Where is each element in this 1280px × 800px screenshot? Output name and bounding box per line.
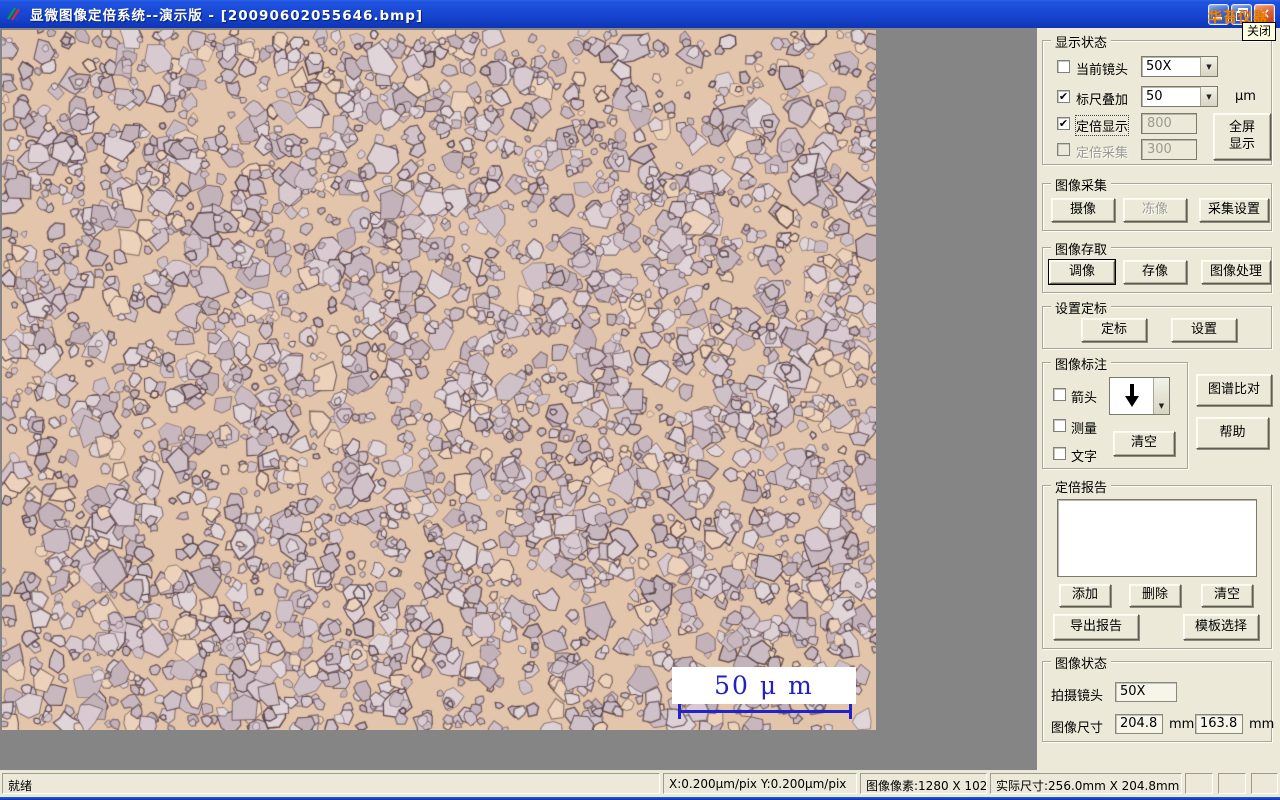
label-scale-unit: μm: [1235, 89, 1256, 104]
status-image-pixels: 图像像素:1280 X 1024: [860, 773, 987, 794]
calibrate-button[interactable]: 定标: [1081, 318, 1147, 342]
group-image-status: 图像状态 拍摄镜头 50X 图像尺寸 204.8 mm 163.8 mm: [1042, 653, 1275, 742]
status-pixel-scale: X:0.200μm/pix Y:0.200μm/pix: [663, 773, 857, 794]
status-bar: 就绪 X:0.200μm/pix Y:0.200μm/pix 图像像素:1280…: [0, 770, 1280, 797]
image-process-button[interactable]: 图像处理: [1201, 260, 1271, 284]
freeze-button: 冻像: [1123, 198, 1187, 222]
field-shooting-lens[interactable]: 50X: [1115, 682, 1177, 702]
checkbox-fixed-capture: [1057, 143, 1070, 156]
fullscreen-button-line1: 全屏: [1228, 120, 1255, 136]
label-height-unit: mm: [1249, 717, 1275, 732]
group-annotation: 图像标注 箭头 测量 文字 ▼ 清空: [1042, 354, 1188, 469]
arrow-down-icon: [1110, 378, 1153, 414]
checkbox-arrow[interactable]: [1053, 388, 1066, 401]
chevron-down-icon[interactable]: ▼: [1200, 57, 1217, 76]
group-storage: 图像存取 调像 存像 图像处理: [1042, 239, 1272, 293]
field-image-width[interactable]: 204.8: [1115, 714, 1163, 734]
combo-current-lens[interactable]: 50X ▼: [1141, 56, 1218, 77]
group-display-status: 显示状态 当前镜头 50X ▼ ✔ 标尺叠加 50 ▼ μm ✔ 定倍显示 80…: [1042, 32, 1272, 165]
save-image-button[interactable]: 存像: [1123, 260, 1187, 284]
calibration-setup-button[interactable]: 设置: [1171, 318, 1237, 342]
application-window: 显微图像定倍系统--演示版 - [20090602055646.bmp] × 华…: [0, 0, 1280, 800]
group-capture-legend: 图像采集: [1051, 175, 1112, 194]
workspace-background: 50 μ m: [0, 28, 1037, 770]
status-actual-size: 实际尺寸:256.0mm X 204.8mm: [990, 773, 1182, 794]
report-delete-button[interactable]: 删除: [1129, 584, 1181, 607]
control-panel: 显示状态 当前镜头 50X ▼ ✔ 标尺叠加 50 ▼ μm ✔ 定倍显示 80…: [1037, 28, 1280, 770]
status-empty-panel: [1185, 773, 1213, 794]
input-fixed-capture: 300: [1141, 139, 1197, 160]
title-bar[interactable]: 显微图像定倍系统--演示版 - [20090602055646.bmp] × 华…: [0, 0, 1280, 28]
fullscreen-button[interactable]: 全屏 显示: [1213, 113, 1271, 160]
checkbox-scale-overlay[interactable]: ✔: [1057, 90, 1070, 103]
group-capture: 图像采集 摄像 冻像 采集设置: [1042, 175, 1272, 231]
export-report-button[interactable]: 导出报告: [1053, 614, 1139, 640]
close-tooltip: 关闭: [1242, 22, 1277, 41]
window-title: 显微图像定倍系统--演示版 - [20090602055646.bmp]: [30, 8, 424, 24]
label-measure: 测量: [1071, 422, 1098, 437]
checkbox-text[interactable]: [1053, 447, 1066, 460]
report-clear-button[interactable]: 清空: [1201, 584, 1253, 607]
scale-bar-overlay: 50 μ m: [672, 667, 856, 704]
group-annotation-legend: 图像标注: [1051, 354, 1112, 373]
checkbox-current-lens[interactable]: [1057, 60, 1070, 73]
group-report-legend: 定倍报告: [1051, 477, 1112, 496]
capture-settings-button[interactable]: 采集设置: [1199, 198, 1269, 222]
scale-bar-tick-left: [678, 704, 681, 719]
label-scale-overlay: 标尺叠加: [1076, 93, 1129, 108]
atlas-compare-button[interactable]: 图谱比对: [1196, 374, 1272, 406]
combo-current-lens-value: 50X: [1146, 59, 1172, 74]
scale-bar-line: [678, 710, 852, 713]
label-current-lens: 当前镜头: [1076, 63, 1129, 78]
group-storage-legend: 图像存取: [1051, 239, 1112, 258]
fullscreen-button-line2: 显示: [1228, 136, 1255, 152]
micrograph-view[interactable]: 50 μ m: [2, 30, 876, 730]
label-arrow: 箭头: [1071, 391, 1098, 406]
label-width-unit: mm: [1169, 717, 1195, 732]
group-display-status-legend: 显示状态: [1051, 32, 1112, 51]
chevron-down-icon[interactable]: ▼: [1153, 378, 1169, 414]
group-report: 定倍报告 添加 删除 清空 导出报告 模板选择: [1042, 477, 1272, 649]
status-empty-panel: [1218, 773, 1246, 794]
report-listbox[interactable]: [1057, 499, 1257, 577]
annotation-clear-button[interactable]: 清空: [1113, 431, 1175, 456]
label-fixed-capture: 定倍采集: [1076, 146, 1129, 161]
label-shooting-lens: 拍摄镜头: [1051, 689, 1104, 704]
combo-scale-value[interactable]: 50 ▼: [1141, 86, 1218, 107]
micrograph-canvas[interactable]: [2, 30, 876, 730]
input-fixed-display: 800: [1141, 113, 1197, 134]
app-icon: [6, 5, 24, 23]
shoot-button[interactable]: 摄像: [1051, 198, 1115, 222]
checkbox-fixed-display[interactable]: ✔: [1057, 117, 1070, 130]
checkbox-measure[interactable]: [1053, 419, 1066, 432]
chevron-down-icon[interactable]: ▼: [1200, 87, 1217, 106]
scale-bar-tick-right: [849, 704, 852, 719]
template-select-button[interactable]: 模板选择: [1183, 614, 1259, 640]
status-empty-panel: [1251, 773, 1278, 794]
label-image-size: 图像尺寸: [1051, 721, 1104, 736]
label-text: 文字: [1071, 450, 1098, 465]
scale-bar-label: 50 μ m: [714, 671, 814, 700]
report-add-button[interactable]: 添加: [1059, 584, 1111, 607]
group-calibration-legend: 设置定标: [1051, 298, 1112, 317]
load-image-button[interactable]: 调像: [1048, 259, 1116, 285]
help-button[interactable]: 帮助: [1196, 417, 1269, 449]
group-image-status-legend: 图像状态: [1051, 653, 1112, 672]
combo-scale-value-text: 50: [1146, 89, 1163, 104]
arrow-style-combo[interactable]: ▼: [1109, 377, 1170, 415]
group-calibration: 设置定标 定标 设置: [1042, 298, 1272, 349]
status-ready: 就绪: [2, 773, 660, 794]
label-fixed-display: 定倍显示: [1074, 115, 1130, 136]
field-image-height[interactable]: 163.8: [1195, 714, 1243, 734]
